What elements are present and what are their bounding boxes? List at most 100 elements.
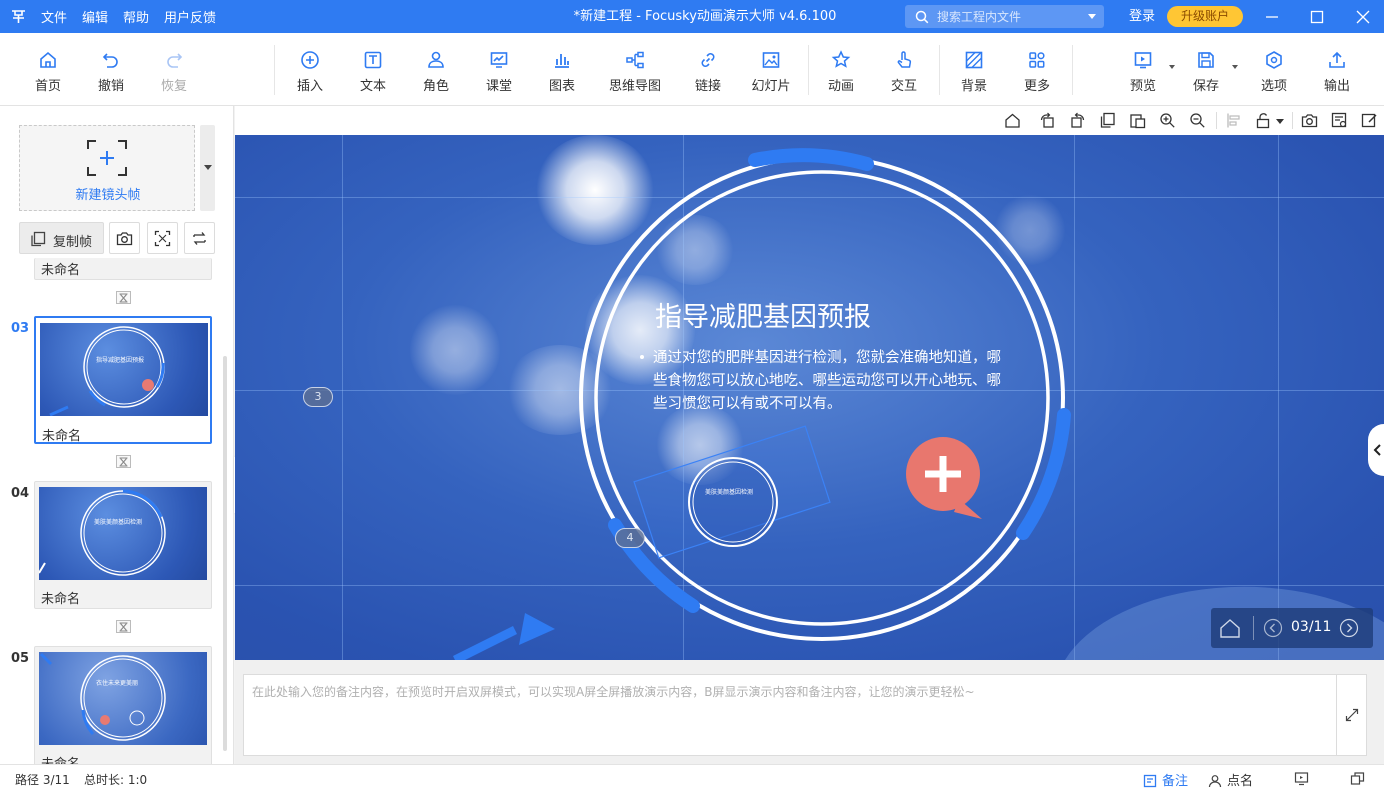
close-icon[interactable] bbox=[1354, 8, 1372, 26]
zoom-out-icon[interactable] bbox=[1189, 112, 1206, 129]
redo-button[interactable]: 恢复 bbox=[142, 47, 206, 97]
undo-icon bbox=[102, 53, 118, 68]
thumbnail-card-active[interactable]: 指导减肥基因预报 未命名 bbox=[34, 316, 212, 444]
undo-button[interactable]: 撤销 bbox=[79, 47, 143, 97]
notes-expand-button[interactable] bbox=[1337, 674, 1367, 756]
inner-frame-circle bbox=[688, 457, 778, 547]
frames-scrollbar[interactable] bbox=[223, 356, 227, 751]
preview-button[interactable]: 预览 bbox=[1111, 47, 1175, 97]
thumbnail-title: 衣住未来更美丽 bbox=[96, 680, 139, 687]
insert-label: 插入 bbox=[296, 79, 323, 94]
chevron-right-circle-icon[interactable] bbox=[1339, 618, 1359, 638]
menu-help[interactable]: 帮助 bbox=[123, 7, 149, 26]
inner-frame-caption: 美肤美颜基因检测 bbox=[705, 489, 754, 496]
maximize-icon[interactable] bbox=[1308, 8, 1326, 26]
home-button[interactable]: 首页 bbox=[16, 47, 80, 97]
path-marker[interactable]: 3 bbox=[303, 387, 333, 407]
transition-marker[interactable] bbox=[116, 291, 131, 304]
login-link[interactable]: 登录 bbox=[1129, 0, 1155, 33]
home-icon[interactable] bbox=[1219, 618, 1241, 638]
notes-input[interactable] bbox=[243, 674, 1337, 756]
copy-element-icon[interactable] bbox=[1099, 112, 1116, 129]
notes-toggle-label: 备注 bbox=[1162, 774, 1189, 789]
frame-scan-button[interactable] bbox=[147, 222, 178, 254]
thumbnail-name: 未命名 bbox=[42, 429, 82, 444]
thumbnail-card[interactable]: 美肤美颜基因检测 未命名 bbox=[34, 481, 212, 609]
slide-navigator: 03/11 bbox=[1211, 608, 1373, 648]
rollcall-button[interactable]: 点名 bbox=[1208, 770, 1253, 789]
bullet-dot bbox=[640, 355, 644, 359]
expand-icon bbox=[1345, 708, 1359, 722]
frame-snapshot-button[interactable] bbox=[109, 222, 140, 254]
menu-file[interactable]: 文件 bbox=[41, 7, 67, 26]
rollcall-label: 点名 bbox=[1227, 774, 1254, 789]
edit-icon[interactable] bbox=[1361, 112, 1378, 129]
hourglass-icon bbox=[119, 293, 128, 303]
notes-toggle-button[interactable]: 备注 bbox=[1143, 770, 1188, 789]
upgrade-button[interactable]: 升级账户 bbox=[1167, 6, 1243, 27]
path-marker[interactable]: 4 bbox=[615, 528, 645, 548]
link-button[interactable]: 链接 bbox=[676, 47, 740, 97]
arrow-decoration bbox=[452, 625, 518, 660]
unlock-icon[interactable] bbox=[1255, 112, 1272, 129]
copy-frame-label: 复制帧 bbox=[53, 235, 93, 250]
ring-accent-top bbox=[748, 148, 874, 171]
toolbar-divider bbox=[1292, 112, 1293, 129]
minimize-icon[interactable] bbox=[1263, 8, 1281, 26]
rotate-right-icon[interactable] bbox=[1069, 112, 1086, 129]
slide-title[interactable]: 指导减肥基因预报 bbox=[655, 295, 871, 334]
transition-marker[interactable] bbox=[116, 455, 131, 468]
animation-button[interactable]: 动画 bbox=[809, 47, 873, 97]
dual-screen-icon[interactable] bbox=[1350, 771, 1365, 786]
thumbnail-card[interactable]: 衣住未来更美丽 未命名 bbox=[34, 646, 212, 764]
screenshot-icon[interactable] bbox=[1301, 112, 1318, 129]
save-button[interactable]: 保存 bbox=[1174, 47, 1238, 97]
paste-icon[interactable] bbox=[1129, 112, 1146, 129]
class-label: 课堂 bbox=[485, 79, 512, 94]
frame-reorder-button[interactable] bbox=[184, 222, 215, 254]
slide-canvas[interactable]: 美肤美颜基因检测 指导减肥基因预报 通过对您的肥胖基因进行检测，您就会准确地知道… bbox=[235, 135, 1384, 660]
thumbnail-card-partial[interactable]: 未命名 bbox=[34, 258, 212, 280]
mindmap-button[interactable]: 思维导图 bbox=[603, 47, 667, 97]
align-left-icon[interactable] bbox=[1226, 112, 1243, 129]
status-bar: 路径 3/11 总时长: 1:0 备注 点名 bbox=[0, 764, 1384, 791]
export-button[interactable]: 输出 bbox=[1305, 47, 1369, 97]
class-button[interactable]: 课堂 bbox=[467, 47, 531, 97]
redo-icon bbox=[167, 53, 183, 68]
menu-edit[interactable]: 编辑 bbox=[82, 7, 108, 26]
more-button[interactable]: 更多 bbox=[1005, 47, 1069, 97]
presenter-screen-icon[interactable] bbox=[1294, 771, 1309, 786]
lock-dropdown-icon[interactable] bbox=[1276, 119, 1284, 124]
thumbnail-name: 未命名 bbox=[41, 263, 81, 278]
rotate-left-icon[interactable] bbox=[1039, 112, 1056, 129]
menu-feedback[interactable]: 用户反馈 bbox=[164, 7, 216, 26]
copy-icon bbox=[31, 231, 46, 247]
frame-settings-icon[interactable] bbox=[1331, 112, 1348, 129]
interact-button[interactable]: 交互 bbox=[872, 47, 936, 97]
save-label: 保存 bbox=[1192, 79, 1219, 94]
notes-icon bbox=[1143, 774, 1157, 788]
insert-button[interactable]: 插入 bbox=[278, 47, 342, 97]
chart-button[interactable]: 图表 bbox=[530, 47, 594, 97]
chevron-left-circle-icon[interactable] bbox=[1263, 618, 1283, 638]
slide-body-text[interactable]: 通过对您的肥胖基因进行检测，您就会准确地知道，哪些食物您可以放心地吃、哪些运动您… bbox=[653, 347, 1001, 416]
project-search[interactable] bbox=[905, 5, 1104, 28]
slides-button[interactable]: 幻灯片 bbox=[739, 47, 803, 97]
frame-plus-icon bbox=[87, 140, 127, 176]
background-button[interactable]: 背景 bbox=[942, 47, 1006, 97]
frame-number: 04 bbox=[11, 486, 30, 501]
text-button[interactable]: 文本 bbox=[341, 47, 405, 97]
search-dropdown-icon[interactable] bbox=[1088, 14, 1096, 19]
new-frame-button[interactable]: 新建镜头帧 bbox=[19, 125, 195, 211]
zoom-in-icon[interactable] bbox=[1159, 112, 1176, 129]
home-view-icon[interactable] bbox=[1004, 112, 1021, 129]
search-input[interactable] bbox=[937, 7, 1087, 26]
save-dropdown-icon[interactable] bbox=[1232, 65, 1238, 69]
hourglass-icon bbox=[119, 622, 128, 632]
copy-frame-button[interactable]: 复制帧 bbox=[19, 222, 104, 254]
role-button[interactable]: 角色 bbox=[404, 47, 468, 97]
new-frame-dropdown[interactable] bbox=[200, 125, 215, 211]
transition-marker[interactable] bbox=[116, 620, 131, 633]
collapse-right-panel-button[interactable] bbox=[1368, 424, 1384, 476]
options-button[interactable]: 选项 bbox=[1242, 47, 1306, 97]
